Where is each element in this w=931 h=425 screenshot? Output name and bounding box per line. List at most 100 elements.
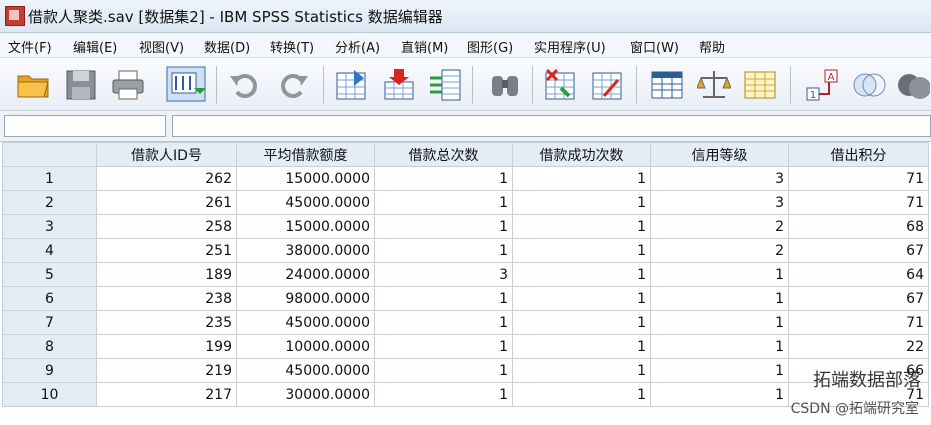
row-number[interactable]: 10 [2, 382, 97, 407]
table-cell[interactable]: 2 [650, 238, 789, 263]
table-cell[interactable]: 199 [96, 334, 237, 359]
table-cell[interactable]: 238 [96, 286, 237, 311]
row-number[interactable]: 2 [2, 190, 97, 215]
table-cell[interactable]: 98000.0000 [236, 286, 375, 311]
menu-graphs[interactable]: 图形(G) [467, 37, 513, 56]
insert-cases-icon[interactable] [543, 68, 577, 102]
table-cell[interactable]: 30000.0000 [236, 382, 375, 407]
table-cell[interactable]: 67 [788, 286, 929, 311]
menu-view[interactable]: 视图(V) [139, 37, 184, 56]
weight-cases-icon[interactable] [697, 68, 731, 102]
table-cell[interactable]: 1 [512, 214, 651, 239]
table-cell[interactable]: 1 [650, 334, 789, 359]
column-header-lending-points[interactable]: 借出积分 [788, 142, 929, 167]
table-cell[interactable]: 68 [788, 214, 929, 239]
table-cell[interactable]: 10000.0000 [236, 334, 375, 359]
table-cell[interactable]: 3 [650, 190, 789, 215]
column-header-avg-loan-amount[interactable]: 平均借款额度 [236, 142, 375, 167]
table-cell[interactable]: 22 [788, 334, 929, 359]
table-cell[interactable]: 1 [512, 286, 651, 311]
row-number[interactable]: 9 [2, 358, 97, 383]
row-number[interactable]: 3 [2, 214, 97, 239]
table-cell[interactable]: 15000.0000 [236, 166, 375, 191]
column-header-total-loans[interactable]: 借款总次数 [374, 142, 513, 167]
table-cell[interactable]: 64 [788, 262, 929, 287]
find-icon[interactable] [488, 68, 522, 102]
table-cell[interactable]: 45000.0000 [236, 310, 375, 335]
table-cell[interactable]: 1 [374, 382, 513, 407]
table-cell[interactable]: 38000.0000 [236, 238, 375, 263]
table-cell[interactable]: 71 [788, 310, 929, 335]
table-cell[interactable]: 2 [650, 214, 789, 239]
open-folder-icon[interactable] [16, 68, 50, 102]
dialog-recall-icon[interactable] [166, 66, 206, 102]
undo-icon[interactable] [228, 68, 262, 102]
table-cell[interactable]: 261 [96, 190, 237, 215]
corner-cell[interactable] [2, 142, 97, 167]
table-cell[interactable]: 1 [374, 238, 513, 263]
menu-analyze[interactable]: 分析(A) [335, 37, 380, 56]
table-cell[interactable]: 1 [512, 382, 651, 407]
row-number[interactable]: 8 [2, 334, 97, 359]
table-cell[interactable]: 1 [374, 286, 513, 311]
table-cell[interactable]: 251 [96, 238, 237, 263]
table-cell[interactable]: 1 [512, 334, 651, 359]
table-cell[interactable]: 45000.0000 [236, 358, 375, 383]
select-cases-icon[interactable] [743, 68, 777, 102]
table-cell[interactable]: 235 [96, 310, 237, 335]
table-cell[interactable]: 1 [650, 286, 789, 311]
table-cell[interactable]: 1 [512, 190, 651, 215]
menu-direct-marketing[interactable]: 直销(M) [401, 37, 448, 56]
goto-case-icon[interactable] [334, 68, 368, 102]
print-icon[interactable] [111, 68, 145, 102]
value-labels-icon[interactable]: A1 [805, 68, 839, 102]
table-cell[interactable]: 24000.0000 [236, 262, 375, 287]
table-cell[interactable]: 1 [374, 190, 513, 215]
table-cell[interactable]: 1 [374, 310, 513, 335]
table-cell[interactable]: 71 [788, 166, 929, 191]
menu-data[interactable]: 数据(D) [204, 37, 250, 56]
table-cell[interactable]: 45000.0000 [236, 190, 375, 215]
row-number[interactable]: 5 [2, 262, 97, 287]
table-cell[interactable]: 1 [650, 358, 789, 383]
variables-icon[interactable] [428, 68, 462, 102]
column-header-successful-loans[interactable]: 借款成功次数 [512, 142, 651, 167]
table-cell[interactable]: 1 [650, 310, 789, 335]
row-number[interactable]: 1 [2, 166, 97, 191]
insert-variable-icon[interactable] [590, 68, 624, 102]
menu-utilities[interactable]: 实用程序(U) [534, 37, 606, 56]
table-cell[interactable]: 219 [96, 358, 237, 383]
row-number[interactable]: 7 [2, 310, 97, 335]
table-cell[interactable]: 1 [512, 166, 651, 191]
row-number[interactable]: 6 [2, 286, 97, 311]
use-sets-icon[interactable] [852, 68, 886, 102]
table-cell[interactable]: 1 [374, 334, 513, 359]
table-cell[interactable]: 1 [512, 262, 651, 287]
table-cell[interactable]: 1 [512, 358, 651, 383]
table-cell[interactable]: 262 [96, 166, 237, 191]
menu-transform[interactable]: 转换(T) [270, 37, 314, 56]
table-cell[interactable]: 1 [374, 214, 513, 239]
table-cell[interactable]: 3 [374, 262, 513, 287]
table-cell[interactable]: 1 [512, 238, 651, 263]
redo-icon[interactable] [276, 68, 310, 102]
cell-value-field[interactable] [172, 115, 931, 137]
table-cell[interactable]: 3 [650, 166, 789, 191]
table-cell[interactable]: 67 [788, 238, 929, 263]
table-cell[interactable]: 71 [788, 190, 929, 215]
menu-edit[interactable]: 编辑(E) [73, 37, 117, 56]
column-header-credit-grade[interactable]: 信用等级 [650, 142, 789, 167]
show-all-variables-icon[interactable] [896, 68, 930, 102]
cell-reference-field[interactable] [4, 115, 166, 137]
table-cell[interactable]: 189 [96, 262, 237, 287]
table-cell[interactable]: 1 [374, 166, 513, 191]
table-cell[interactable]: 217 [96, 382, 237, 407]
column-header-borrower-id[interactable]: 借款人ID号 [96, 142, 237, 167]
menu-window[interactable]: 窗口(W) [630, 37, 679, 56]
table-cell[interactable]: 1 [650, 262, 789, 287]
menu-help[interactable]: 帮助 [699, 37, 725, 56]
table-cell[interactable]: 15000.0000 [236, 214, 375, 239]
save-icon[interactable] [64, 68, 98, 102]
menu-file[interactable]: 文件(F) [8, 37, 52, 56]
table-cell[interactable]: 1 [374, 358, 513, 383]
